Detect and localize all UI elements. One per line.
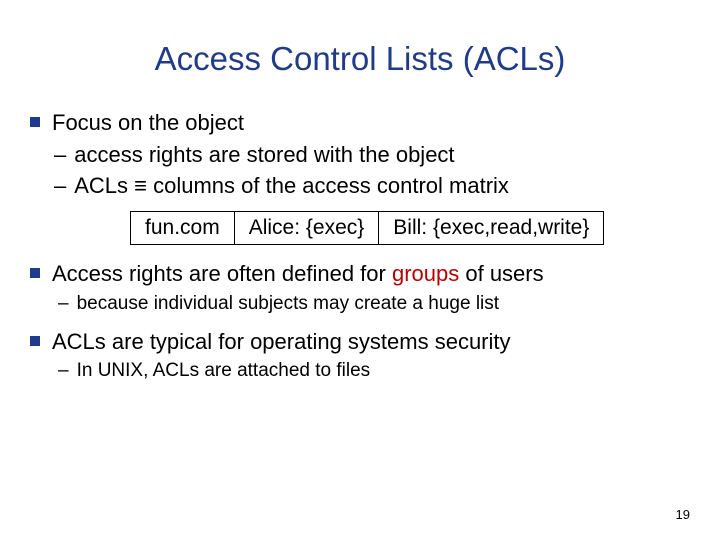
dash-icon: –: [54, 140, 66, 170]
bullet-3-sub-1: – In UNIX, ACLs are attached to files: [58, 358, 690, 384]
slide-title: Access Control Lists (ACLs): [30, 40, 690, 78]
groups-emphasis: groups: [392, 261, 459, 286]
bullet-1-sub-1: – access rights are stored with the obje…: [54, 140, 690, 170]
dash-icon: –: [58, 291, 69, 317]
table-row: fun.com Alice: {exec} Bill: {exec,read,w…: [131, 212, 604, 245]
dash-icon: –: [54, 171, 66, 201]
page-number: 19: [676, 507, 690, 522]
bullet-1-text: Focus on the object: [52, 108, 244, 138]
bullet-block-3: ACLs are typical for operating systems s…: [30, 327, 690, 384]
bullet-3-sub-1-text: In UNIX, ACLs are attached to files: [77, 358, 371, 384]
bullet-3-text: ACLs are typical for operating systems s…: [52, 327, 511, 357]
slide-body: Focus on the object – access rights are …: [30, 108, 690, 384]
bullet-block-1: Focus on the object – access rights are …: [30, 108, 690, 201]
square-bullet-icon: [30, 336, 40, 346]
bullet-block-2: Access rights are often defined for grou…: [30, 259, 690, 316]
bullet-2-text: Access rights are often defined for grou…: [52, 259, 544, 289]
bullet-1-sub-2: – ACLs ≡ columns of the access control m…: [54, 171, 690, 201]
bullet-1-sub-1-text: access rights are stored with the object: [74, 140, 454, 170]
dash-icon: –: [58, 358, 69, 384]
table-cell-alice: Alice: {exec}: [234, 212, 379, 245]
table-cell-bill: Bill: {exec,read,write}: [379, 212, 604, 245]
bullet-2-sub-1: – because individual subjects may create…: [58, 291, 690, 317]
table-cell-object: fun.com: [131, 212, 235, 245]
bullet-2-sub-1-text: because individual subjects may create a…: [77, 291, 499, 317]
acl-table: fun.com Alice: {exec} Bill: {exec,read,w…: [130, 211, 690, 245]
square-bullet-icon: [30, 268, 40, 278]
bullet-1-sub-2-text: ACLs ≡ columns of the access control mat…: [74, 171, 509, 201]
square-bullet-icon: [30, 117, 40, 127]
bullet-3: ACLs are typical for operating systems s…: [30, 327, 690, 357]
bullet-2: Access rights are often defined for grou…: [30, 259, 690, 289]
bullet-1: Focus on the object: [30, 108, 690, 138]
